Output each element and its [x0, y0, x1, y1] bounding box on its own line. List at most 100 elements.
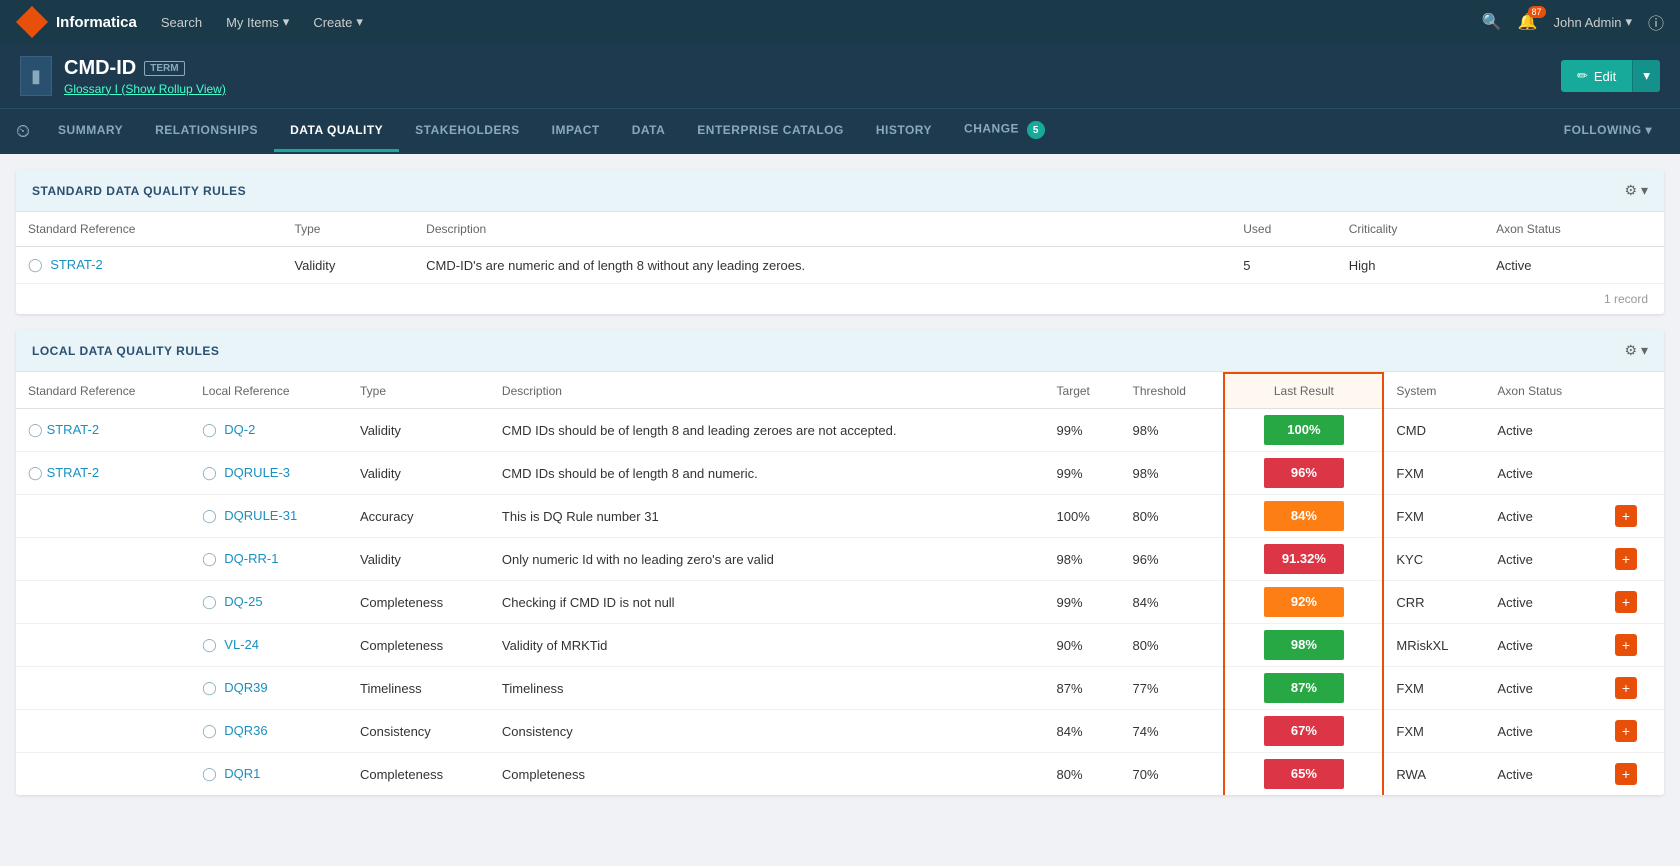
- lcell-std-ref: ◯STRAT-2: [16, 409, 190, 452]
- local-ref-link[interactable]: DQR39: [224, 680, 267, 695]
- tab-stakeholders[interactable]: STAKEHOLDERS: [399, 111, 535, 152]
- lcell-type: Completeness: [348, 753, 490, 796]
- lcell-axon-status: Active: [1485, 409, 1603, 452]
- lcell-local-ref: ◯ DQRULE-3: [190, 452, 348, 495]
- chevron-down-icon: ▾: [356, 14, 363, 30]
- gear-icon[interactable]: ⚙ ▾: [1625, 182, 1648, 198]
- tab-enterprise-catalog[interactable]: ENTERPRISE CATALOG: [681, 111, 860, 152]
- lcell-actions: +: [1603, 495, 1664, 538]
- tab-data[interactable]: DATA: [616, 111, 682, 152]
- add-button[interactable]: +: [1615, 591, 1637, 613]
- lcol-last-result: Last Result: [1224, 373, 1383, 409]
- tab-relationships[interactable]: RELATIONSHIPS: [139, 111, 274, 152]
- table-row: ◯ DQRULE-31 Accuracy This is DQ Rule num…: [16, 495, 1664, 538]
- lcol-actions: [1603, 373, 1664, 409]
- std-ref-link[interactable]: STRAT-2: [47, 465, 100, 480]
- lcell-last-result: 65%: [1224, 753, 1383, 796]
- tab-impact[interactable]: IMPACT: [536, 111, 616, 152]
- add-button[interactable]: +: [1615, 720, 1637, 742]
- lcell-last-result: 92%: [1224, 581, 1383, 624]
- ref-circle-icon: ◯: [28, 257, 43, 272]
- gear-icon[interactable]: ⚙ ▾: [1625, 342, 1648, 358]
- app-logo[interactable]: Informatica: [16, 6, 137, 38]
- local-ref-link[interactable]: DQ-25: [224, 594, 262, 609]
- record-count: 1 record: [16, 283, 1664, 314]
- lcell-description: CMD IDs should be of length 8 and numeri…: [490, 452, 1045, 495]
- header-left: ▮ CMD-ID TERM Glossary I (Show Rollup Vi…: [20, 56, 226, 96]
- notification-bell[interactable]: 🔔 87: [1518, 12, 1538, 32]
- lcell-type: Completeness: [348, 581, 490, 624]
- std-ref-link[interactable]: STRAT-2: [50, 257, 103, 272]
- edit-button[interactable]: ✏ Edit: [1561, 60, 1632, 92]
- table-row: ◯STRAT-2 ◯ DQRULE-3 Validity CMD IDs sho…: [16, 452, 1664, 495]
- tab-summary[interactable]: SUMMARY: [42, 111, 139, 152]
- lcell-target: 84%: [1045, 710, 1121, 753]
- lcell-system: MRiskXL: [1383, 624, 1485, 667]
- standard-section-header: STANDARD DATA QUALITY RULES ⚙ ▾: [16, 170, 1664, 212]
- lcell-actions: +: [1603, 538, 1664, 581]
- local-section-title: LOCAL DATA QUALITY RULES: [32, 344, 219, 358]
- add-button[interactable]: +: [1615, 677, 1637, 699]
- lcell-target: 99%: [1045, 409, 1121, 452]
- lcell-system: RWA: [1383, 753, 1485, 796]
- user-menu[interactable]: John Admin ▾: [1554, 14, 1632, 30]
- chevron-down-icon: ▾: [1625, 14, 1632, 30]
- local-ref-link[interactable]: VL-24: [224, 637, 259, 652]
- local-dq-section: LOCAL DATA QUALITY RULES ⚙ ▾ Standard Re…: [16, 330, 1664, 795]
- local-ref-link[interactable]: DQRULE-3: [224, 465, 290, 480]
- local-ref-link[interactable]: DQ-RR-1: [224, 551, 278, 566]
- lcol-std-ref: Standard Reference: [16, 373, 190, 409]
- standard-section-title: STANDARD DATA QUALITY RULES: [32, 184, 246, 198]
- search-icon[interactable]: 🔍: [1482, 12, 1502, 32]
- add-button[interactable]: +: [1615, 505, 1637, 527]
- table-row: ◯ DQR1 Completeness Completeness 80% 70%…: [16, 753, 1664, 796]
- lcell-target: 100%: [1045, 495, 1121, 538]
- lcell-threshold: 80%: [1121, 624, 1225, 667]
- local-ref-link[interactable]: DQR36: [224, 723, 267, 738]
- tab-following[interactable]: FOLLOWING ▾: [1548, 111, 1668, 152]
- lcell-target: 99%: [1045, 581, 1121, 624]
- lcell-description: CMD IDs should be of length 8 and leadin…: [490, 409, 1045, 452]
- help-icon[interactable]: ⓘ: [1648, 10, 1664, 34]
- result-badge: 67%: [1264, 716, 1344, 746]
- lcell-type: Validity: [348, 452, 490, 495]
- add-button[interactable]: +: [1615, 634, 1637, 656]
- lcell-local-ref: ◯ DQR1: [190, 753, 348, 796]
- local-ref-link[interactable]: DQR1: [224, 766, 260, 781]
- nav-create[interactable]: Create ▾: [313, 14, 363, 30]
- lcell-last-result: 91.32%: [1224, 538, 1383, 581]
- lcell-system: FXM: [1383, 710, 1485, 753]
- analytics-icon: ⏲: [12, 111, 34, 152]
- lcell-local-ref: ◯ VL-24: [190, 624, 348, 667]
- page-header: ▮ CMD-ID TERM Glossary I (Show Rollup Vi…: [0, 44, 1680, 108]
- tab-history[interactable]: HISTORY: [860, 111, 948, 152]
- add-button[interactable]: +: [1615, 548, 1637, 570]
- lcell-actions: +: [1603, 710, 1664, 753]
- standard-section-controls: ⚙ ▾: [1625, 182, 1648, 199]
- local-ref-circle-icon: ◯: [202, 508, 217, 523]
- lcell-threshold: 77%: [1121, 667, 1225, 710]
- lcell-target: 98%: [1045, 538, 1121, 581]
- result-badge: 92%: [1264, 587, 1344, 617]
- lcell-threshold: 98%: [1121, 452, 1225, 495]
- std-ref-link[interactable]: STRAT-2: [47, 422, 100, 437]
- local-ref-link[interactable]: DQRULE-31: [224, 508, 297, 523]
- lcol-type: Type: [348, 373, 490, 409]
- result-badge: 96%: [1264, 458, 1344, 488]
- add-button[interactable]: +: [1615, 763, 1637, 785]
- lcell-axon-status: Active: [1485, 581, 1603, 624]
- nav-search[interactable]: Search: [161, 15, 202, 30]
- tab-change[interactable]: CHANGE 5: [948, 109, 1061, 154]
- tab-data-quality[interactable]: DATA QUALITY: [274, 111, 399, 152]
- local-ref-circle-icon: ◯: [202, 551, 217, 566]
- lcol-threshold: Threshold: [1121, 373, 1225, 409]
- nav-my-items[interactable]: My Items ▾: [226, 14, 289, 30]
- notification-badge: 87: [1528, 6, 1546, 18]
- edit-dropdown-button[interactable]: ▾: [1632, 60, 1660, 92]
- item-subtitle[interactable]: Glossary I (Show Rollup View): [64, 82, 226, 96]
- result-badge: 98%: [1264, 630, 1344, 660]
- chevron-down-icon: ▾: [1645, 123, 1652, 137]
- local-ref-link[interactable]: DQ-2: [224, 422, 255, 437]
- lcell-threshold: 80%: [1121, 495, 1225, 538]
- chevron-down-icon: ▾: [283, 14, 290, 30]
